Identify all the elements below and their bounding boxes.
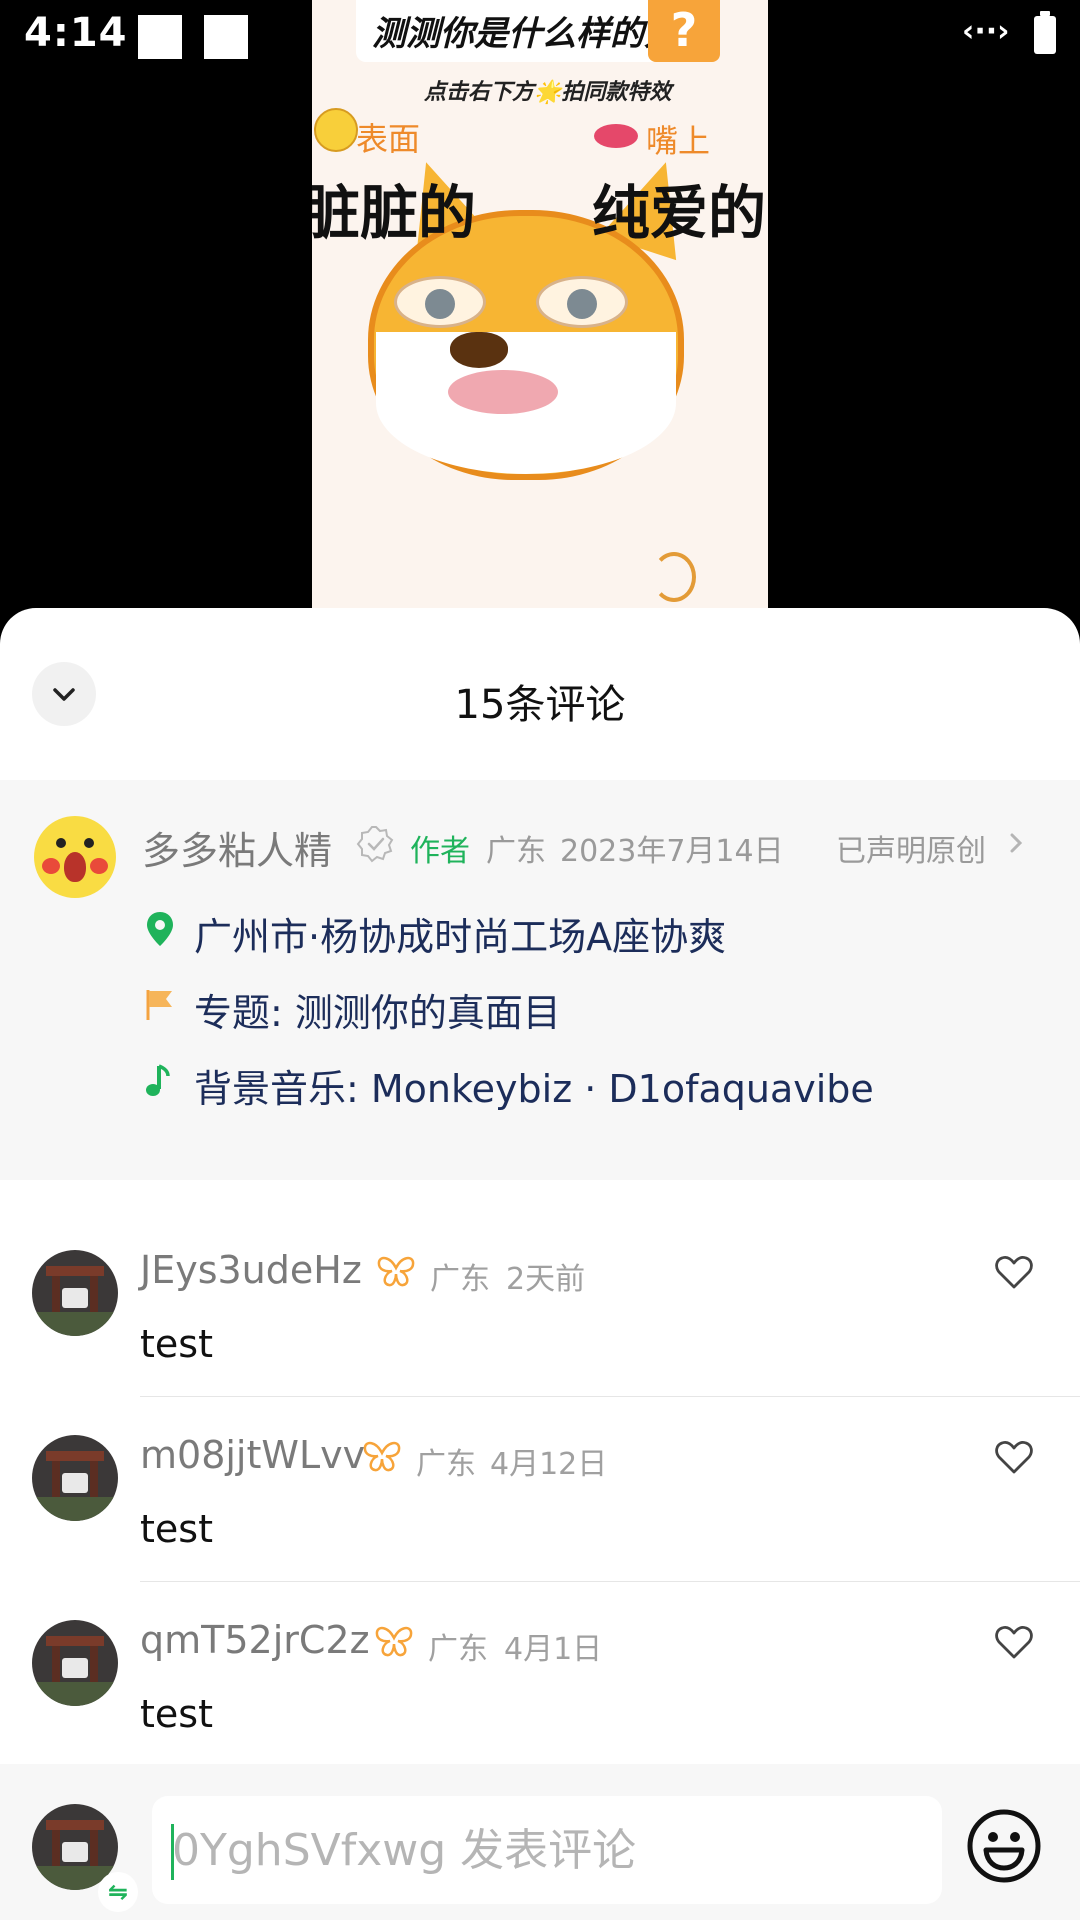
emoji-smile-icon[interactable]: [966, 1808, 1042, 1884]
comment-item[interactable]: JEys3udeHz 广东 2天前 test: [0, 1212, 1080, 1397]
location-row[interactable]: 广州市·杨协成时尚工场A座协爽: [142, 904, 1042, 959]
video-title: 测测你是什么样的人: [372, 14, 678, 54]
music-text: 背景音乐: Monkeybiz · D1ofaquavibe: [194, 1067, 874, 1111]
topic-row[interactable]: 专题: 测测你的真面目: [142, 980, 1042, 1035]
dog-eye: [394, 276, 486, 328]
commenter-name[interactable]: JEys3udeHz: [140, 1248, 362, 1292]
comment-item[interactable]: qmT52jrC2z 广东 4月1日 test: [0, 1582, 1080, 1767]
commenter-avatar[interactable]: [32, 1250, 118, 1336]
chevron-right-icon[interactable]: [1006, 828, 1026, 858]
heart-icon[interactable]: [994, 1439, 1034, 1475]
video-preview[interactable]: 测测你是什么样的人 ? 点击右下方🌟拍同款特效 表面 嘴上 脏脏的 纯爱的: [312, 0, 768, 608]
swirl-decoration: [652, 552, 696, 602]
comment-time: 4月12日: [490, 1447, 608, 1482]
smile-emoji-icon: [314, 108, 358, 152]
heart-icon[interactable]: [994, 1624, 1034, 1660]
music-note-icon: [146, 1064, 170, 1096]
commenter-avatar[interactable]: [32, 1435, 118, 1521]
comment-time: 4月1日: [504, 1632, 603, 1667]
comment-region: 广东: [416, 1447, 476, 1482]
battery-icon: [1034, 11, 1056, 54]
dirty-text: 脏脏的: [312, 179, 477, 247]
butterfly-badge-icon: [363, 1441, 401, 1472]
notification-icon: [138, 15, 182, 59]
pure-text: 纯爱的: [592, 179, 767, 247]
dog-eye: [536, 276, 628, 328]
author-tag: 作者: [410, 834, 470, 869]
butterfly-badge-icon: [377, 1256, 415, 1287]
post-date: 2023年7月14日: [560, 834, 784, 869]
sheet-header: 15条评论: [0, 608, 1080, 780]
comment-text: test: [140, 1322, 213, 1366]
commenter-name[interactable]: qmT52jrC2z: [140, 1618, 370, 1662]
comment-composer: ⇋: [0, 1764, 1080, 1920]
heart-icon[interactable]: [994, 1254, 1034, 1290]
location-text: 广州市·杨协成时尚工场A座协爽: [194, 915, 727, 959]
comment-text: test: [140, 1507, 213, 1551]
comment-region: 广东: [428, 1632, 488, 1667]
dog-lips: [448, 370, 558, 414]
data-transfer-icon: ‹··›: [962, 14, 1010, 49]
comments-sheet: 15条评论 多多粘人精 作者 广东 2023年7月14日 已声明原创 广州市·杨…: [0, 608, 1080, 1920]
topic-text: 专题: 测测你的真面目: [194, 991, 561, 1035]
comment-item[interactable]: m08jjtWLvv 广东 4月12日 test: [0, 1397, 1080, 1582]
flag-icon: [146, 990, 172, 1020]
question-mark-badge: ?: [648, 0, 720, 62]
author-region: 广东: [486, 834, 546, 869]
switch-account-icon[interactable]: ⇋: [98, 1872, 138, 1912]
comment-text: test: [140, 1692, 213, 1736]
comment-region: 广东: [430, 1262, 490, 1297]
text-cursor: [171, 1824, 174, 1880]
original-declaration-link[interactable]: 已声明原创: [836, 826, 986, 870]
comment-time: 2天前: [506, 1262, 586, 1297]
commenter-name[interactable]: m08jjtWLvv: [140, 1433, 365, 1477]
music-row[interactable]: 背景音乐: Monkeybiz · D1ofaquavibe: [142, 1056, 1042, 1111]
author-avatar[interactable]: [34, 816, 116, 898]
mouth-label: 嘴上: [646, 122, 711, 160]
lips-emoji-icon: [594, 124, 638, 148]
comment-input[interactable]: [152, 1796, 942, 1904]
surface-label: 表面: [356, 120, 421, 158]
author-name[interactable]: 多多粘人精: [142, 820, 332, 875]
video-hint: 点击右下方🌟拍同款特效: [424, 80, 672, 105]
notification-icon: [204, 15, 248, 59]
butterfly-badge-icon: [375, 1626, 413, 1657]
dog-nose: [450, 332, 508, 368]
status-time: 4:14: [24, 10, 128, 56]
comment-count-title: 15条评论: [454, 682, 626, 728]
verified-shield-icon: [356, 826, 394, 863]
commenter-avatar[interactable]: [32, 1620, 118, 1706]
author-info-card: 多多粘人精 作者 广东 2023年7月14日 已声明原创 广州市·杨协成时尚工场…: [0, 780, 1080, 1180]
location-pin-icon: [147, 912, 173, 946]
